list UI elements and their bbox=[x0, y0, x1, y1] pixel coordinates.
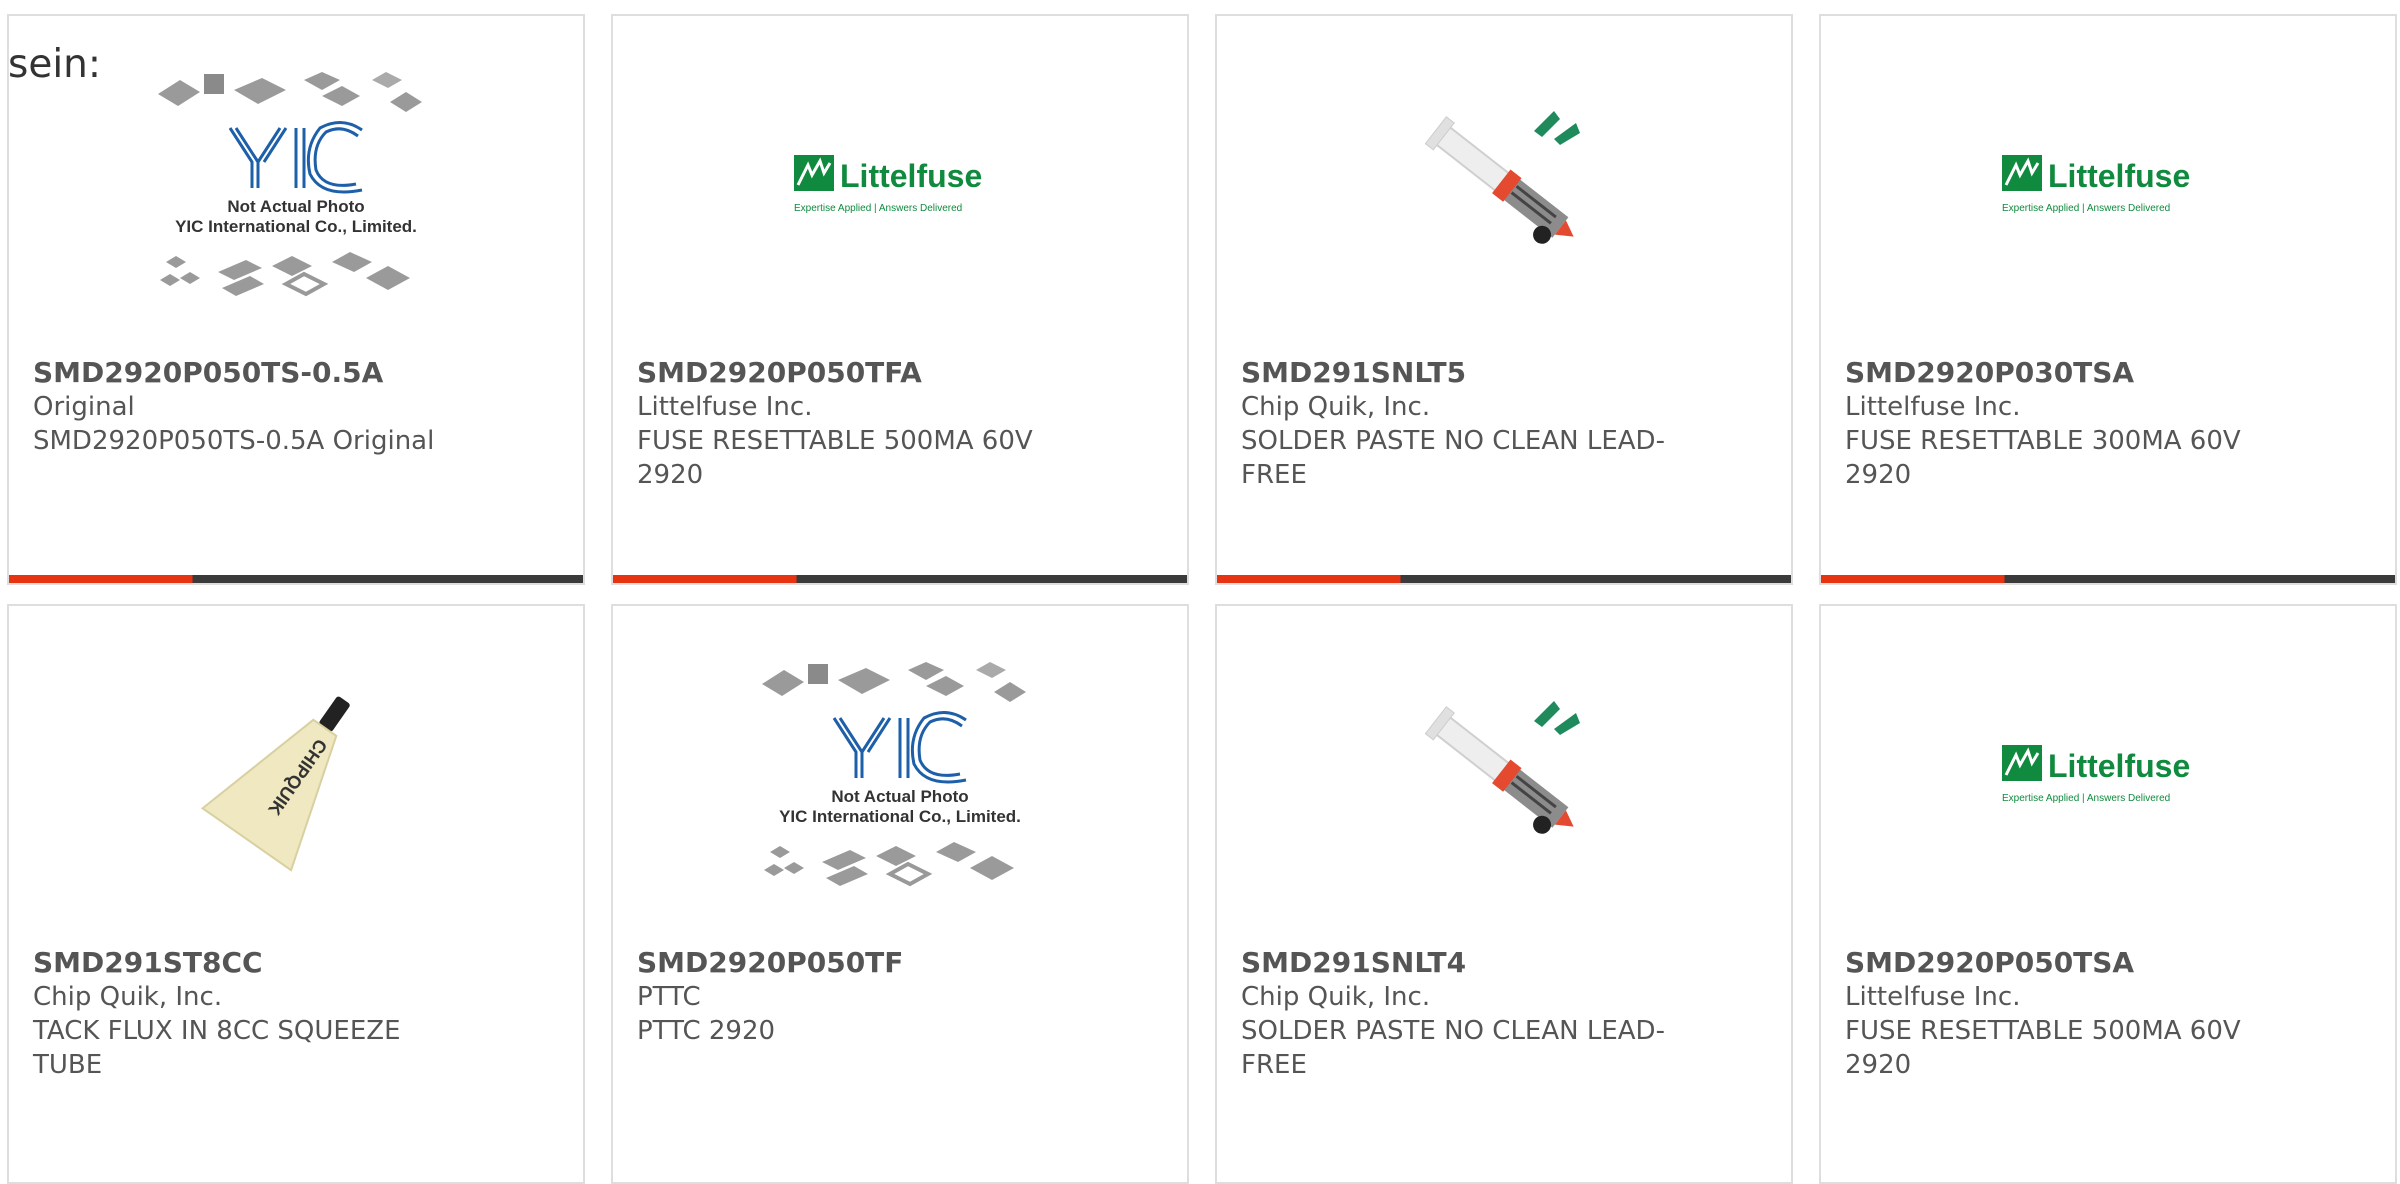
product-card[interactable]: SMD291SNLT5 Chip Quik, Inc. SOLDER PASTE… bbox=[1215, 14, 1793, 585]
description: FUSE RESETTABLE 300MA 60V 2920 bbox=[1845, 426, 2241, 490]
description: SOLDER PASTE NO CLEAN LEAD-FREE bbox=[1241, 426, 1665, 490]
product-image-solder-syringe bbox=[1217, 16, 1791, 356]
manufacturer: Original bbox=[33, 392, 135, 422]
part-number[interactable]: SMD291SNLT5 bbox=[1241, 356, 1681, 390]
product-card[interactable]: Not Actual Photo YIC International Co., … bbox=[7, 14, 585, 585]
manufacturer: Littelfuse Inc. bbox=[1845, 982, 2021, 1012]
littelfuse-name: Littelfuse bbox=[840, 158, 982, 194]
card-accent-bar bbox=[1821, 575, 2395, 583]
littelfuse-name: Littelfuse bbox=[2048, 158, 2190, 194]
description: TACK FLUX IN 8CC SQUEEZE TUBE bbox=[33, 1016, 401, 1080]
card-accent-bar bbox=[1217, 575, 1791, 583]
part-number[interactable]: SMD291ST8CC bbox=[33, 946, 473, 980]
card-accent-bar bbox=[9, 575, 583, 583]
part-number[interactable]: SMD2920P050TF bbox=[637, 946, 1077, 980]
part-number[interactable]: SMD2920P050TS-0.5A bbox=[33, 356, 473, 390]
yic-caption-1: Not Actual Photo bbox=[831, 787, 968, 806]
product-image-littelfuse-logo: Littelfuse Expertise Applied | Answers D… bbox=[613, 16, 1187, 356]
intro-text: sein: bbox=[8, 42, 102, 87]
product-image-flux-tube: CHIPQUIK bbox=[9, 606, 583, 946]
product-image-solder-syringe bbox=[1217, 606, 1791, 946]
manufacturer: Chip Quik, Inc. bbox=[33, 982, 223, 1012]
product-card[interactable]: Littelfuse Expertise Applied | Answers D… bbox=[611, 14, 1189, 585]
description: FUSE RESETTABLE 500MA 60V 2920 bbox=[637, 426, 1033, 490]
product-image-littelfuse-logo: Littelfuse Expertise Applied | Answers D… bbox=[1821, 606, 2395, 946]
manufacturer: Chip Quik, Inc. bbox=[1241, 982, 1431, 1012]
littelfuse-name: Littelfuse bbox=[2048, 748, 2190, 784]
part-number[interactable]: SMD2920P050TFA bbox=[637, 356, 1077, 390]
littelfuse-tagline: Expertise Applied | Answers Delivered bbox=[2002, 793, 2170, 804]
littelfuse-tagline: Expertise Applied | Answers Delivered bbox=[2002, 203, 2170, 214]
yic-caption-2: YIC International Co., Limited. bbox=[175, 217, 417, 236]
manufacturer: Littelfuse Inc. bbox=[1845, 392, 2021, 422]
yic-caption-2: YIC International Co., Limited. bbox=[779, 807, 1021, 826]
product-image-littelfuse-logo: Littelfuse Expertise Applied | Answers D… bbox=[1821, 16, 2395, 356]
description: SOLDER PASTE NO CLEAN LEAD-FREE bbox=[1241, 1016, 1665, 1080]
product-image-yic-placeholder: Not Actual Photo YIC International Co., … bbox=[613, 606, 1187, 946]
manufacturer: PTTC bbox=[637, 982, 701, 1012]
product-card[interactable]: SMD291SNLT4 Chip Quik, Inc. SOLDER PASTE… bbox=[1215, 604, 1793, 1184]
product-card[interactable]: CHIPQUIK SMD291ST8CC Chip Quik, Inc. TAC… bbox=[7, 604, 585, 1184]
product-card[interactable]: Littelfuse Expertise Applied | Answers D… bbox=[1819, 604, 2397, 1184]
description: FUSE RESETTABLE 500MA 60V 2920 bbox=[1845, 1016, 2241, 1080]
description: SMD2920P050TS-0.5A Original bbox=[33, 426, 435, 456]
card-accent-bar bbox=[613, 575, 1187, 583]
description: PTTC 2920 bbox=[637, 1016, 776, 1046]
yic-caption-1: Not Actual Photo bbox=[227, 197, 364, 216]
part-number[interactable]: SMD291SNLT4 bbox=[1241, 946, 1681, 980]
product-card[interactable]: Littelfuse Expertise Applied | Answers D… bbox=[1819, 14, 2397, 585]
manufacturer: Littelfuse Inc. bbox=[637, 392, 813, 422]
product-card[interactable]: Not Actual Photo YIC International Co., … bbox=[611, 604, 1189, 1184]
part-number[interactable]: SMD2920P030TSA bbox=[1845, 356, 2285, 390]
manufacturer: Chip Quik, Inc. bbox=[1241, 392, 1431, 422]
littelfuse-tagline: Expertise Applied | Answers Delivered bbox=[794, 203, 962, 214]
part-number[interactable]: SMD2920P050TSA bbox=[1845, 946, 2285, 980]
